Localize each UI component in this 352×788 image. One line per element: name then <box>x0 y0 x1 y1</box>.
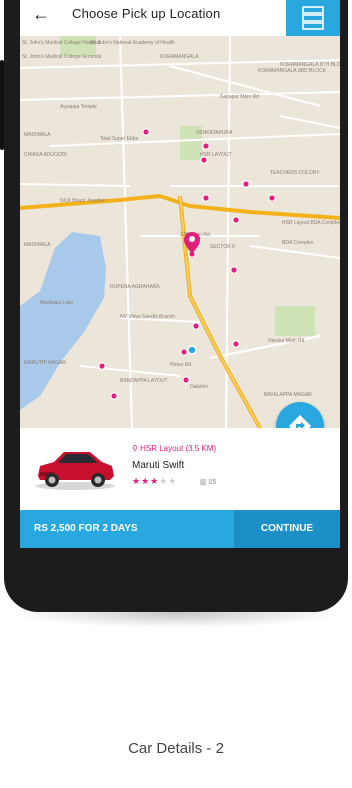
map-label: St. John's Medical College Hospital <box>22 40 100 46</box>
top-bar: ← Choose Pick up Location <box>20 0 340 36</box>
map-label: MARUTHI NAGAR <box>24 360 66 366</box>
seat-count-value: 05 <box>208 479 217 486</box>
map-label: SECTOR 6 <box>210 244 235 250</box>
list-view-button[interactable] <box>286 0 340 36</box>
park-area <box>60 36 96 56</box>
star-empty-icon: ★ <box>168 476 178 486</box>
rating-stars: ★★★★★ <box>132 476 177 487</box>
star-icon: ★ <box>141 476 151 486</box>
map-label: Haralur Main Rd <box>268 338 305 344</box>
car-model: Maruti Swift <box>132 460 185 471</box>
map-label: Madiwala Lake <box>40 300 74 306</box>
map-label: Sarjapur Main Rd <box>220 94 259 100</box>
map-label: KORAMANGALA <box>160 54 199 60</box>
map-label: CHIKKA ADUGODI <box>24 152 67 158</box>
price-label: RS 2,500 FOR 2 DAYS <box>34 523 138 534</box>
current-location-icon <box>187 345 197 355</box>
car-location-dot[interactable] <box>202 142 210 150</box>
map-label: VENKATAPURA <box>196 130 233 136</box>
car-location-dot[interactable] <box>268 194 276 202</box>
car-location-dot[interactable] <box>200 156 208 164</box>
map-label: RUPENA AGRAHARA <box>110 284 160 290</box>
list-view-icon <box>302 6 324 30</box>
map-canvas[interactable]: St. John's Medical College HospitalSt. J… <box>20 35 340 429</box>
star-empty-icon: ★ <box>159 476 169 486</box>
map-label: KORAMANGALA 3RD BLOCK <box>258 68 327 74</box>
car-image <box>35 452 115 490</box>
map-label: HSR Layout BDA Complex Junction <box>282 220 340 226</box>
car-location-dot[interactable] <box>98 362 106 370</box>
car-location-dot[interactable] <box>180 348 188 356</box>
map-label: KORAMANGALA 8TH BLOCK <box>280 62 340 68</box>
map-label: Hosur Rd <box>170 362 191 368</box>
car-location-dot[interactable] <box>230 266 238 274</box>
map-label: St. John's National Academy of Health <box>90 40 175 46</box>
car-location-dot[interactable] <box>182 376 190 384</box>
map-label: Dakshin <box>190 384 208 390</box>
phone-frame: ← Choose Pick up Location St. John's Med… <box>4 0 348 612</box>
car-location-dot[interactable] <box>202 194 210 202</box>
map-label: MADIWALA <box>24 132 51 138</box>
phone-screen: ← Choose Pick up Location St. John's Med… <box>20 0 340 548</box>
park-area <box>275 306 315 336</box>
seat-count: ▥ 05 <box>200 478 216 486</box>
car-location-dot[interactable] <box>232 216 240 224</box>
map-label: NV Vidya Sandhi Branch <box>120 314 175 320</box>
map-label: BDA Complex <box>282 240 314 246</box>
car-details-card[interactable]: ⚲ HSR Layout (3.5 KM) Maruti Swift ★★★★★… <box>20 428 340 510</box>
map-label: St. John's Medical College Grounds <box>22 54 102 60</box>
screen-caption: Car Details - 2 <box>128 740 224 757</box>
page-title: Choose Pick up Location <box>72 6 221 21</box>
car-location-dot[interactable] <box>242 180 250 188</box>
location-pin-icon: ⚲ <box>132 444 138 453</box>
car-location: ⚲ HSR Layout (3.5 KM) <box>132 444 216 453</box>
car-location-label: HSR Layout (3.5 KM) <box>140 444 217 453</box>
map-label: Total Super Ebbs <box>100 136 139 142</box>
map-view[interactable]: St. John's Medical College Hospital St. J… <box>20 35 340 429</box>
map-label: SILK Board Junction <box>60 198 106 204</box>
seat-icon: ▥ <box>200 479 207 486</box>
bottom-bar: RS 2,500 FOR 2 DAYS CONTINUE <box>20 510 340 548</box>
star-icon: ★ <box>132 476 142 486</box>
car-location-dot[interactable] <box>110 392 118 400</box>
map-label: BANDAPPA LAYOUT <box>120 378 168 384</box>
car-location-dot[interactable] <box>192 322 200 330</box>
map-label: Ayyappa Temple <box>60 104 97 110</box>
map-label: MADIWALA <box>24 242 51 248</box>
map-label: BAYALAPPA MAGAR <box>264 392 312 398</box>
map-label: TEACHERS COLONY <box>270 170 320 176</box>
continue-button[interactable]: CONTINUE <box>234 510 340 548</box>
star-icon: ★ <box>150 476 160 486</box>
car-location-dot[interactable] <box>142 128 150 136</box>
back-arrow-icon[interactable]: ← <box>32 3 50 25</box>
car-location-dot[interactable] <box>232 340 240 348</box>
